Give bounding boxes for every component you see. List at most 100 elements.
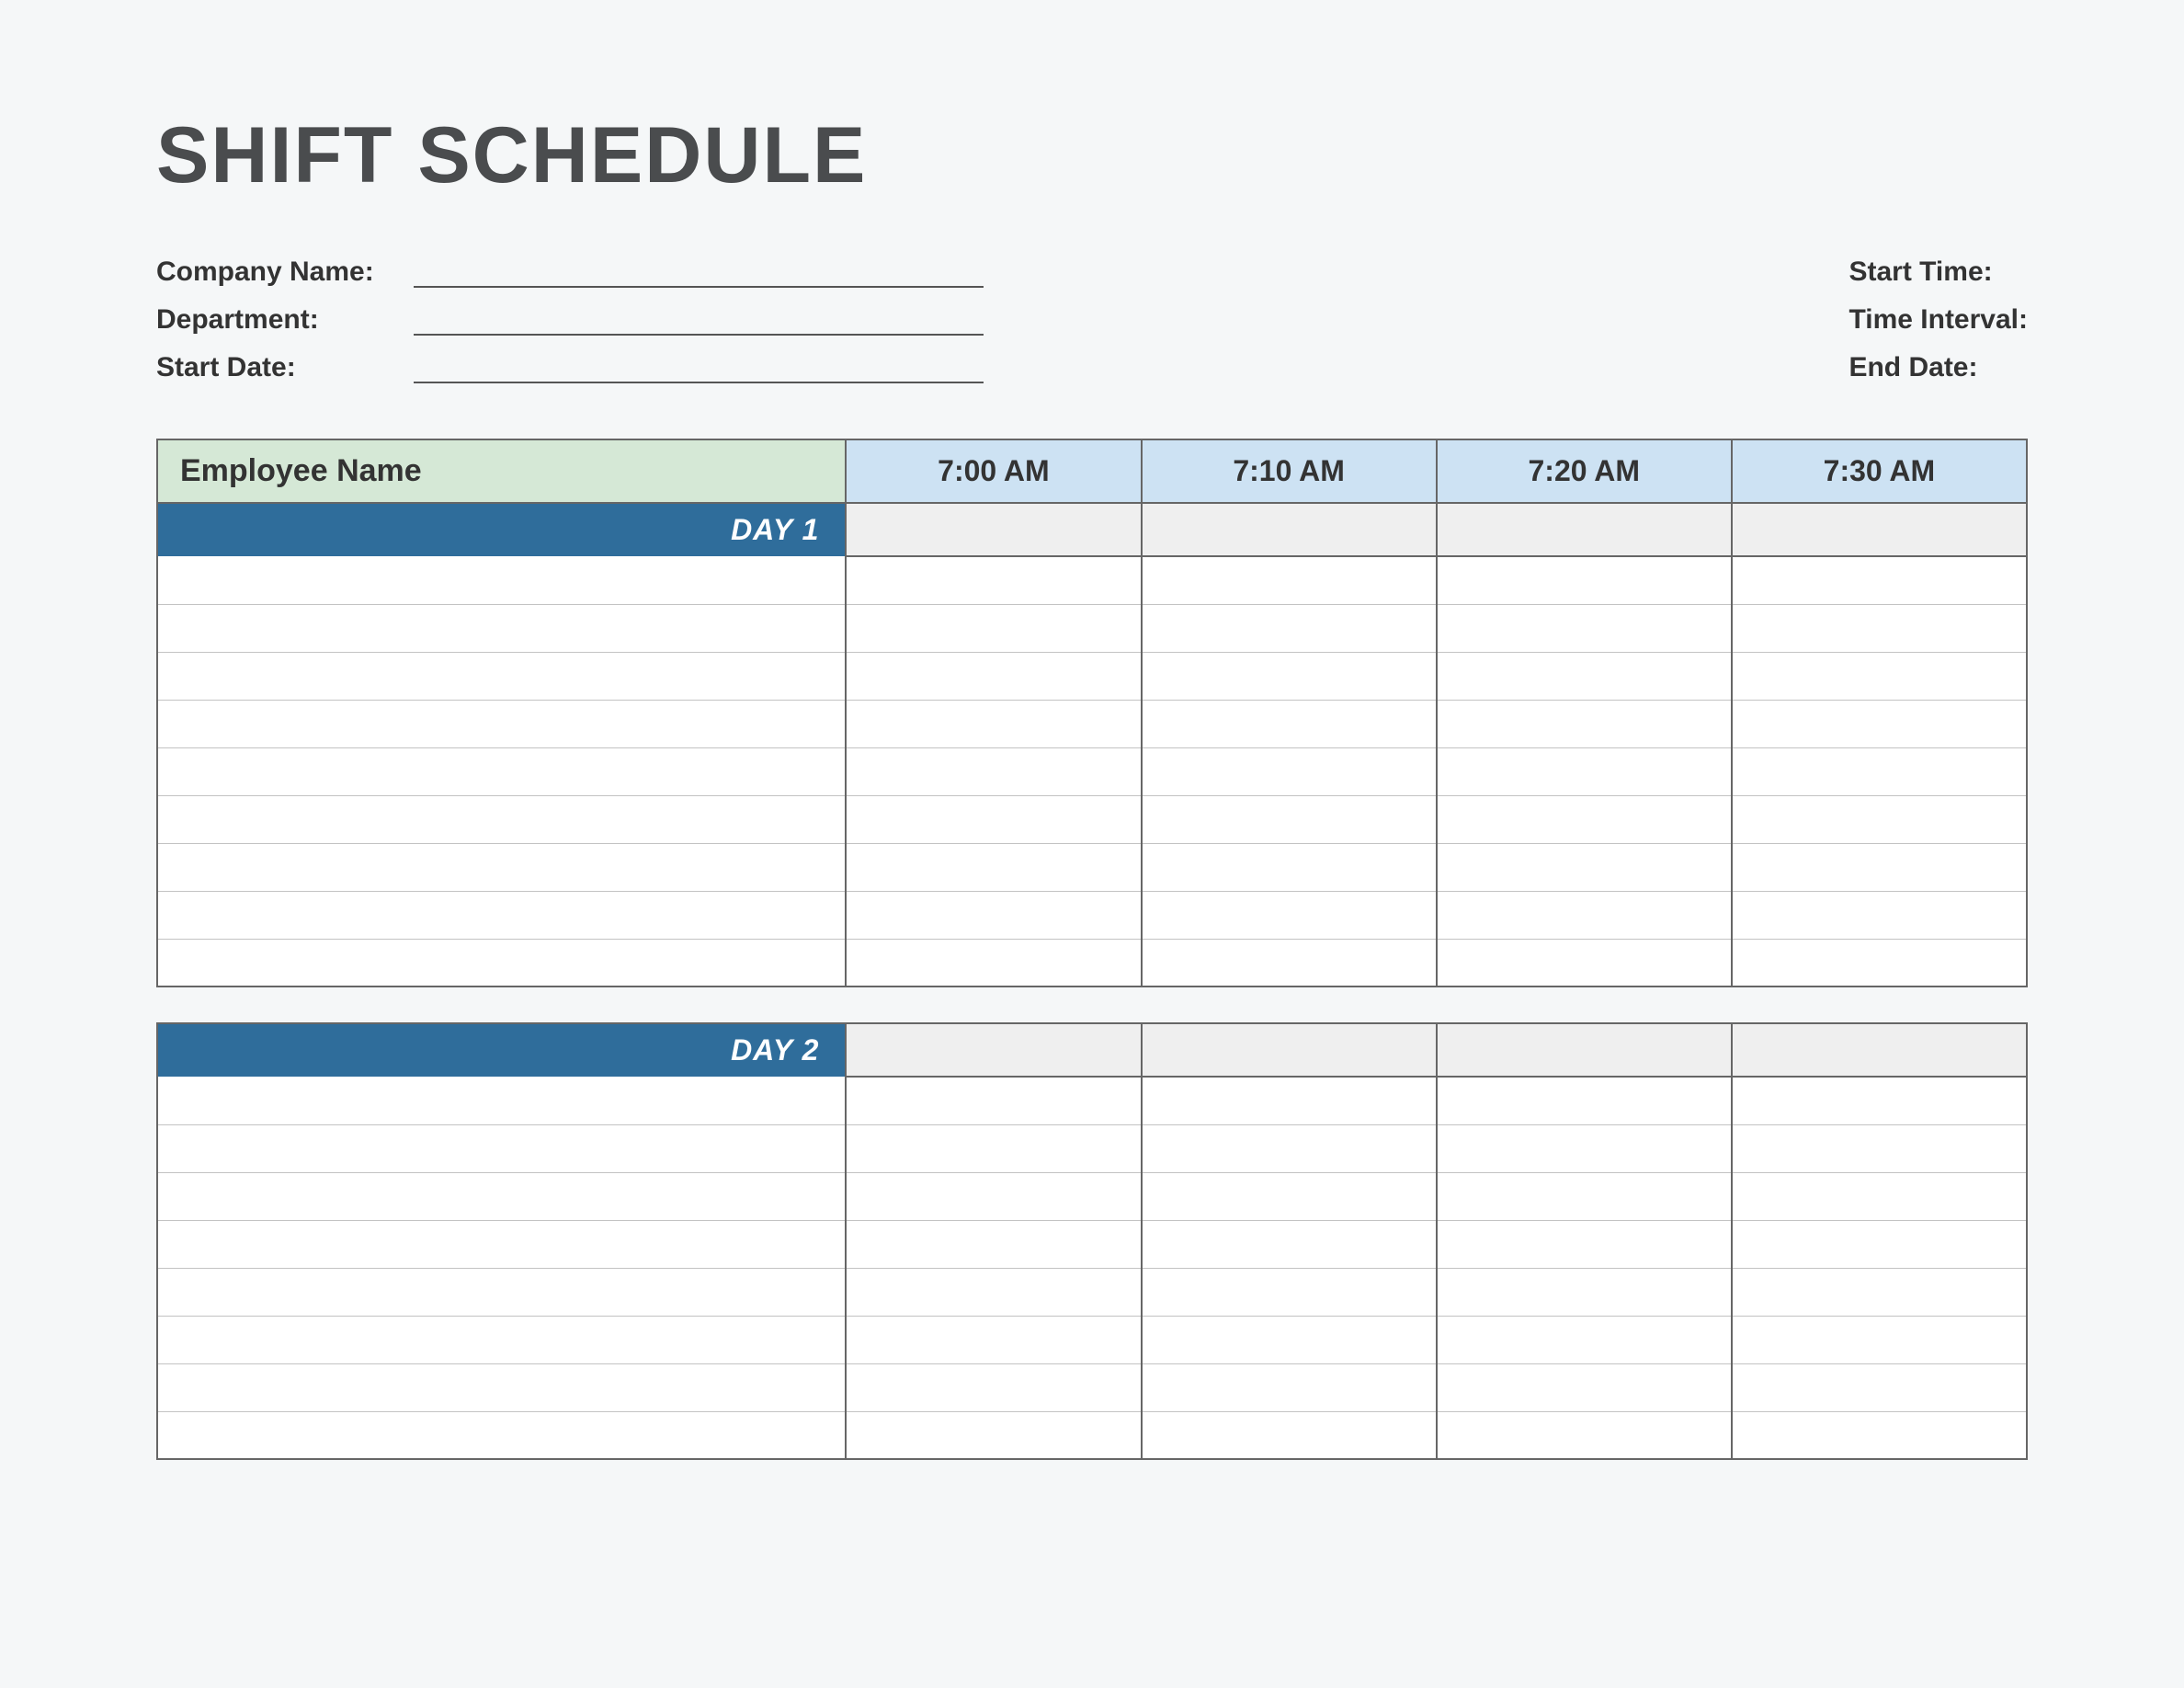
time-cell[interactable] — [1142, 1411, 1437, 1459]
employee-name-cell[interactable] — [157, 652, 846, 700]
time-cell[interactable] — [846, 1077, 1141, 1124]
time-cell[interactable] — [1437, 700, 1732, 747]
employee-name-cell[interactable] — [157, 1411, 846, 1459]
time-cell[interactable] — [1142, 1077, 1437, 1124]
time-cell[interactable] — [1732, 700, 2027, 747]
time-cell[interactable] — [846, 1363, 1141, 1411]
employee-name-cell[interactable] — [157, 795, 846, 843]
time-cell[interactable] — [1437, 556, 1732, 604]
time-cell[interactable] — [1732, 1172, 2027, 1220]
employee-name-cell[interactable] — [157, 1268, 846, 1316]
time-cell[interactable] — [846, 939, 1141, 987]
time-cell[interactable] — [1437, 1411, 1732, 1459]
time-cell[interactable] — [1732, 604, 2027, 652]
time-cell[interactable] — [1437, 1077, 1732, 1124]
time-cell[interactable] — [1142, 891, 1437, 939]
time-cell[interactable] — [846, 1316, 1141, 1363]
time-cell[interactable] — [846, 891, 1141, 939]
employee-name-cell[interactable] — [157, 556, 846, 604]
time-cell[interactable] — [1142, 795, 1437, 843]
time-cell[interactable] — [1732, 939, 2027, 987]
time-cell[interactable] — [1437, 891, 1732, 939]
time-cell[interactable] — [1437, 604, 1732, 652]
time-cell[interactable] — [1437, 1268, 1732, 1316]
employee-name-cell[interactable] — [157, 891, 846, 939]
company-name-field[interactable] — [414, 260, 984, 288]
table-row — [157, 652, 2027, 700]
time-cell[interactable] — [1437, 1316, 1732, 1363]
time-cell[interactable] — [1142, 1172, 1437, 1220]
employee-name-cell[interactable] — [157, 1220, 846, 1268]
time-cell[interactable] — [1142, 1363, 1437, 1411]
employee-name-cell[interactable] — [157, 1363, 846, 1411]
time-cell[interactable] — [1142, 939, 1437, 987]
time-cell[interactable] — [1437, 1124, 1732, 1172]
meta-block: Company Name: Department: Start Date: St… — [156, 257, 2028, 383]
time-cell[interactable] — [1732, 556, 2027, 604]
spacer-row — [157, 987, 2027, 1023]
time-cell[interactable] — [1437, 1363, 1732, 1411]
time-cell[interactable] — [1142, 556, 1437, 604]
time-cell[interactable] — [846, 795, 1141, 843]
employee-name-cell[interactable] — [157, 700, 846, 747]
time-cell[interactable] — [846, 843, 1141, 891]
day-header-gap — [1732, 1023, 2027, 1077]
time-cell[interactable] — [1732, 843, 2027, 891]
time-cell[interactable] — [846, 1124, 1141, 1172]
time-cell[interactable] — [1732, 1316, 2027, 1363]
time-cell[interactable] — [1732, 1411, 2027, 1459]
employee-name-cell[interactable] — [157, 939, 846, 987]
employee-name-cell[interactable] — [157, 747, 846, 795]
time-cell[interactable] — [846, 1268, 1141, 1316]
employee-name-cell[interactable] — [157, 1124, 846, 1172]
time-cell[interactable] — [1732, 891, 2027, 939]
time-cell[interactable] — [1142, 747, 1437, 795]
time-cell[interactable] — [1732, 1077, 2027, 1124]
time-cell[interactable] — [1732, 1268, 2027, 1316]
time-cell[interactable] — [1142, 700, 1437, 747]
employee-name-cell[interactable] — [157, 1316, 846, 1363]
time-cell[interactable] — [1437, 795, 1732, 843]
time-cell[interactable] — [846, 652, 1141, 700]
time-cell[interactable] — [1437, 843, 1732, 891]
time-cell[interactable] — [1437, 652, 1732, 700]
time-cell[interactable] — [1437, 1172, 1732, 1220]
time-cell[interactable] — [846, 1172, 1141, 1220]
time-cell[interactable] — [1142, 1316, 1437, 1363]
time-cell[interactable] — [846, 556, 1141, 604]
time-cell[interactable] — [1732, 1124, 2027, 1172]
time-cell[interactable] — [1732, 747, 2027, 795]
time-cell[interactable] — [1142, 1220, 1437, 1268]
time-cell[interactable] — [1437, 1220, 1732, 1268]
day-header-gap — [1437, 503, 1732, 556]
start-time-label: Start Time: — [1848, 257, 1992, 288]
time-cell[interactable] — [1732, 1363, 2027, 1411]
time-cell[interactable] — [1142, 1124, 1437, 1172]
end-date-label: End Date: — [1848, 352, 1977, 383]
employee-name-cell[interactable] — [157, 843, 846, 891]
employee-name-cell[interactable] — [157, 1077, 846, 1124]
table-row — [157, 1363, 2027, 1411]
time-cell[interactable] — [1437, 747, 1732, 795]
employee-name-cell[interactable] — [157, 604, 846, 652]
department-field[interactable] — [414, 308, 984, 336]
time-cell[interactable] — [1732, 652, 2027, 700]
start-date-field[interactable] — [414, 356, 984, 383]
time-cell[interactable] — [846, 1220, 1141, 1268]
time-cell[interactable] — [846, 604, 1141, 652]
table-row — [157, 1411, 2027, 1459]
table-row — [157, 1316, 2027, 1363]
time-cell[interactable] — [1437, 939, 1732, 987]
time-cell[interactable] — [1142, 1268, 1437, 1316]
time-cell[interactable] — [846, 747, 1141, 795]
start-date-label: Start Date: — [156, 352, 414, 383]
time-cell[interactable] — [1142, 652, 1437, 700]
time-cell[interactable] — [1142, 843, 1437, 891]
time-cell[interactable] — [846, 1411, 1141, 1459]
meta-department: Department: — [156, 304, 984, 336]
time-cell[interactable] — [846, 700, 1141, 747]
time-cell[interactable] — [1732, 1220, 2027, 1268]
time-cell[interactable] — [1732, 795, 2027, 843]
employee-name-cell[interactable] — [157, 1172, 846, 1220]
time-cell[interactable] — [1142, 604, 1437, 652]
